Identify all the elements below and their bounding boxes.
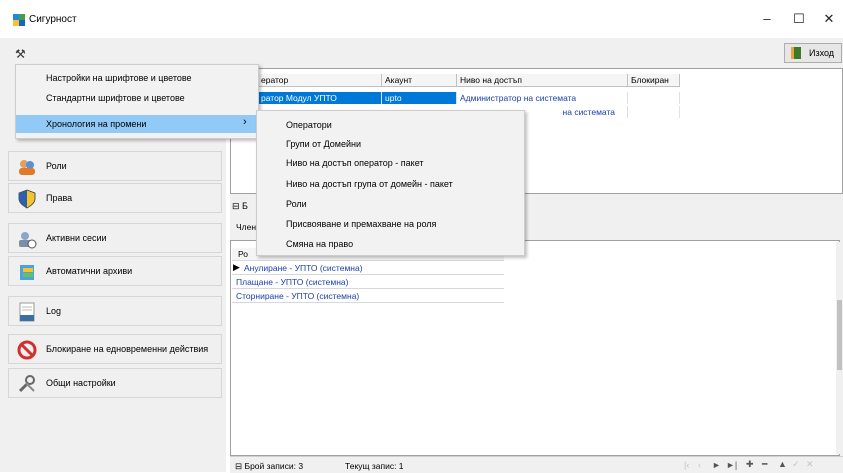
tab-members[interactable]: Член bbox=[236, 222, 256, 232]
log-icon bbox=[19, 302, 35, 322]
nav-item-roles[interactable]: Роли bbox=[8, 151, 222, 181]
submenu-item-domain-groups[interactable]: Групи от Домейни bbox=[286, 139, 361, 149]
column-header[interactable]: ератор bbox=[258, 74, 382, 87]
minimize-button[interactable]: – bbox=[752, 8, 782, 30]
cancel-icon[interactable]: ✕ bbox=[806, 459, 814, 470]
wrench-icon bbox=[18, 375, 35, 393]
grid-cell[interactable] bbox=[628, 92, 680, 104]
submenu-item-roles[interactable]: Роли bbox=[286, 199, 307, 209]
list-item[interactable]: Плащане - УПТО (системна) bbox=[232, 276, 504, 289]
submenu-item-role-assignment[interactable]: Присвояване и премахване на роля bbox=[286, 219, 436, 229]
nav-item-auto-archives[interactable]: Автоматични архиви bbox=[8, 256, 222, 286]
grid-cell[interactable]: upto bbox=[382, 92, 457, 104]
list-item[interactable]: Сторниране - УПТО (системна) bbox=[232, 290, 504, 303]
delete-record-icon[interactable]: ━ bbox=[762, 459, 767, 470]
scrollbar-thumb[interactable] bbox=[837, 300, 842, 370]
column-header[interactable]: Блокиран bbox=[628, 74, 680, 87]
nav-item-rights[interactable]: Права bbox=[8, 183, 222, 213]
nav-item-log[interactable]: Log bbox=[8, 296, 222, 326]
nav-next-icon[interactable]: ► bbox=[712, 460, 721, 470]
roles-icon bbox=[19, 160, 35, 175]
move-up-icon[interactable]: ▲ bbox=[778, 459, 787, 469]
split-label: ⊟ Б bbox=[232, 201, 248, 211]
tools-icon[interactable]: ⚒ bbox=[15, 47, 26, 61]
add-record-icon[interactable]: ✚ bbox=[746, 459, 754, 470]
column-header[interactable]: Акаунт bbox=[382, 74, 457, 87]
grid-cell[interactable]: Администратор на системата bbox=[457, 92, 628, 104]
archive-icon bbox=[20, 265, 34, 280]
nav-item-general-settings[interactable]: Общи настройки bbox=[8, 368, 222, 398]
exit-button[interactable]: Изход bbox=[784, 43, 842, 63]
submenu-arrow-icon: › bbox=[243, 116, 247, 128]
nav-item-block-concurrent[interactable]: Блокиране на едновременни действия bbox=[8, 334, 222, 364]
menu-item-history-label: Хронология на промени bbox=[46, 119, 147, 129]
exit-label: Изход bbox=[809, 48, 835, 58]
nav-item-active-sessions[interactable]: Активни сесии bbox=[8, 223, 222, 253]
shield-icon bbox=[18, 189, 36, 209]
grid-cell[interactable] bbox=[628, 106, 680, 118]
nav-prev-icon[interactable]: ‹ bbox=[698, 460, 701, 470]
nav-last-icon[interactable]: ►| bbox=[726, 460, 737, 470]
submenu-item-operators[interactable]: Оператори bbox=[286, 120, 332, 130]
list-item[interactable]: Анулиране - УПТО (системна) bbox=[232, 262, 504, 275]
close-button[interactable]: ✕ bbox=[814, 8, 843, 30]
menu-item-font-settings[interactable]: Настройки на шрифтове и цветове bbox=[46, 73, 192, 83]
title-bar bbox=[0, 0, 843, 38]
confirm-icon[interactable]: ✓ bbox=[792, 459, 800, 470]
block-icon bbox=[17, 340, 37, 360]
record-count: ⊟ Брой записи: 3 bbox=[235, 461, 304, 471]
column-header[interactable]: Ниво на достъп bbox=[457, 74, 628, 87]
submenu-item-operator-access[interactable]: Ниво на достъп оператор - пакет bbox=[286, 158, 424, 168]
door-exit-icon bbox=[791, 47, 801, 59]
submenu-item-right-change[interactable]: Смяна на право bbox=[286, 239, 353, 249]
maximize-button[interactable]: ☐ bbox=[784, 8, 814, 30]
nav-first-icon[interactable]: |‹ bbox=[684, 460, 689, 470]
app-icon bbox=[13, 14, 25, 26]
submenu-item-group-access[interactable]: Ниво на достъп група от домейн - пакет bbox=[286, 179, 453, 189]
active-sessions-icon bbox=[19, 232, 37, 249]
window-title: Сигурност bbox=[29, 14, 77, 25]
menu-item-default-fonts[interactable]: Стандартни шрифтове и цветове bbox=[46, 93, 185, 103]
grid-cell[interactable]: ратор Модул УПТО bbox=[258, 92, 382, 104]
current-record: Текущ запис: 1 bbox=[345, 461, 404, 471]
